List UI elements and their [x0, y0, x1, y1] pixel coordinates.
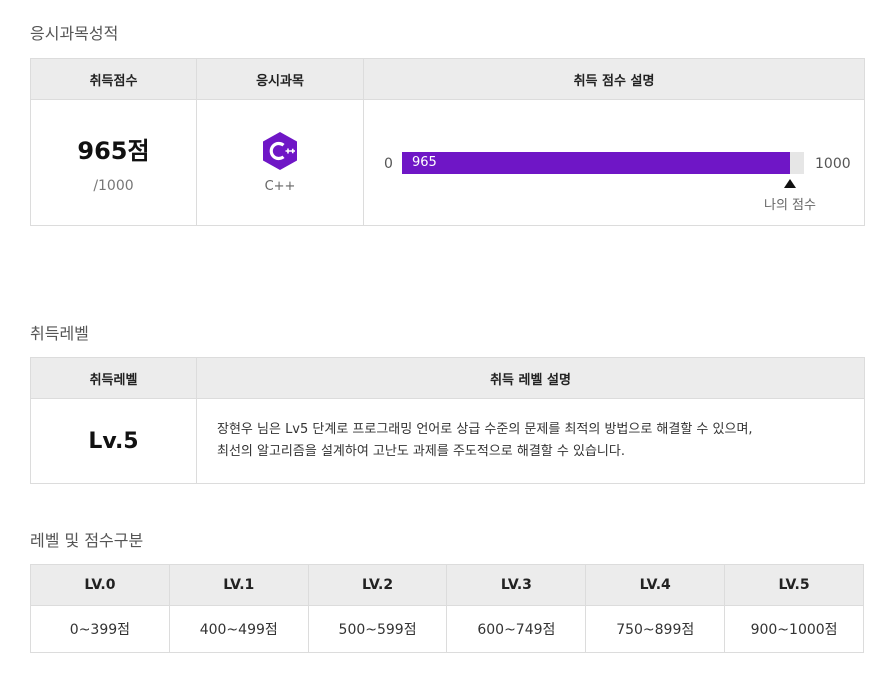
score-table: 취득점수 응시과목 취득 점수 설명 965점 /1000 C++ 0 965	[30, 58, 865, 226]
header-lv4: LV.4	[585, 564, 726, 606]
level-description-line-2: 최선의 알고리즘을 설계하여 고난도 과제를 주도적으로 해결할 수 있습니다.	[217, 444, 625, 459]
range-lv2: 500~599점	[307, 605, 448, 653]
range-table-header-row: LV.0 LV.1 LV.2 LV.3 LV.4 LV.5	[30, 564, 864, 606]
subject-name: C++	[264, 179, 296, 194]
score-table-header-row: 취득점수 응시과목 취득 점수 설명	[30, 58, 865, 100]
level-description-line-1: 장현우 님은 Lv5 단계로 프로그래밍 언어로 상급 수준의 문제를 최적의 …	[217, 422, 753, 437]
score-bar-cell: 0 965 1000 나의 점수	[363, 99, 865, 226]
bar-fill: 965	[402, 152, 790, 174]
header-score-description: 취득 점수 설명	[363, 58, 865, 100]
level-cell: Lv.5	[30, 398, 197, 484]
score-section-title: 응시과목성적	[30, 24, 119, 43]
my-score-marker-icon	[784, 179, 796, 188]
header-lv5: LV.5	[724, 564, 864, 606]
header-level: 취득레벨	[30, 357, 197, 399]
header-lv3: LV.3	[446, 564, 587, 606]
level-value: Lv.5	[88, 428, 139, 454]
score-bar: 0 965 1000 나의 점수	[364, 100, 864, 225]
header-score: 취득점수	[30, 58, 197, 100]
range-lv1: 400~499점	[168, 605, 309, 653]
bar-value-label: 965	[412, 155, 437, 170]
my-score-label: 나의 점수	[764, 198, 816, 213]
header-subject: 응시과목	[196, 58, 364, 100]
level-table-header-row: 취득레벨 취득 레벨 설명	[30, 357, 865, 399]
score-value: 965점	[77, 137, 150, 165]
header-lv1: LV.1	[168, 564, 309, 606]
header-level-description: 취득 레벨 설명	[196, 357, 865, 399]
header-lv0: LV.0	[30, 564, 170, 606]
range-lv4: 750~899점	[585, 605, 726, 653]
cpp-hexagon-icon	[263, 132, 297, 170]
range-section-title: 레벨 및 점수구분	[30, 531, 144, 550]
bar-track: 965	[402, 152, 804, 174]
subject-cell: C++	[196, 99, 364, 226]
level-table-row: Lv.5 장현우 님은 Lv5 단계로 프로그래밍 언어로 상급 수준의 문제를…	[30, 398, 865, 484]
header-lv2: LV.2	[307, 564, 448, 606]
level-description-cell: 장현우 님은 Lv5 단계로 프로그래밍 언어로 상급 수준의 문제를 최적의 …	[196, 398, 865, 484]
range-table-row: 0~399점 400~499점 500~599점 600~749점 750~89…	[30, 605, 864, 653]
score-cell: 965점 /1000	[30, 99, 197, 226]
range-lv5: 900~1000점	[724, 605, 864, 653]
range-lv0: 0~399점	[30, 605, 170, 653]
range-lv3: 600~749점	[446, 605, 587, 653]
level-table: 취득레벨 취득 레벨 설명 Lv.5 장현우 님은 Lv5 단계로 프로그래밍 …	[30, 357, 865, 484]
score-table-row: 965점 /1000 C++ 0 965 1000 나의 점수	[30, 99, 865, 226]
score-total: /1000	[93, 178, 134, 194]
level-range-table: LV.0 LV.1 LV.2 LV.3 LV.4 LV.5 0~399점 400…	[30, 564, 864, 653]
level-section-title: 취득레벨	[30, 324, 89, 343]
bar-min-label: 0	[384, 156, 393, 172]
bar-max-label: 1000	[815, 156, 851, 172]
